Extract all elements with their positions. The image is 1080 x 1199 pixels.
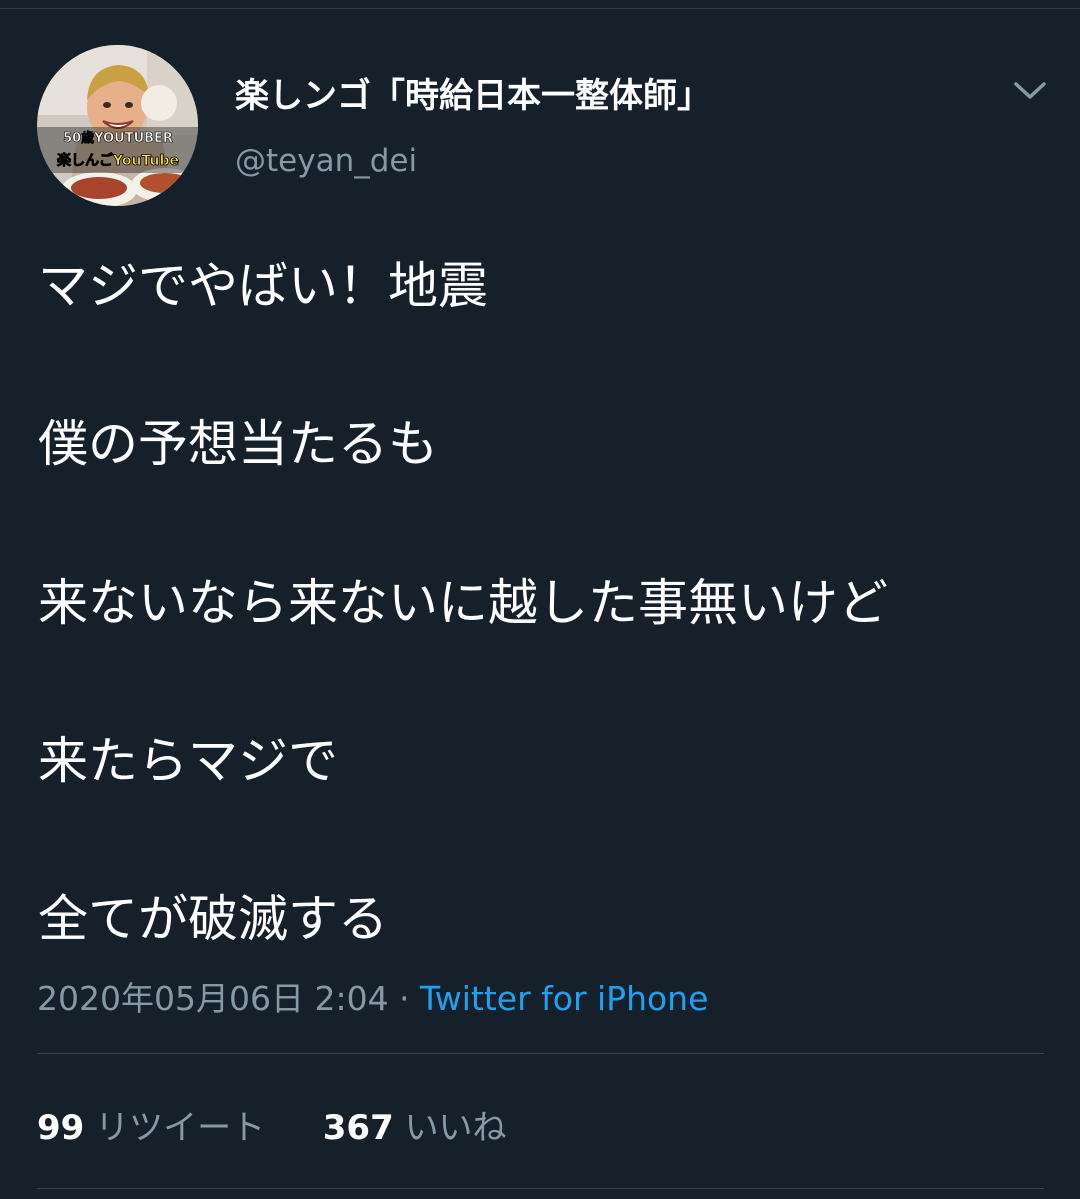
- display-name[interactable]: 楽しンゴ「時給日本一整体師」: [235, 68, 711, 117]
- tweet-line: 来たらマジで: [38, 732, 338, 790]
- top-divider: [0, 8, 1080, 9]
- like-label: いいね: [404, 1108, 507, 1148]
- tweet-line: 僕の予想当たるも: [38, 415, 438, 473]
- avatar[interactable]: 50歳YOUTUBER 楽しんごYouTube: [37, 45, 198, 206]
- avatar-caption-bottom: 楽しんごYouTube: [56, 152, 179, 169]
- tweet-meta: 2020年05月06日 2:04 · Twitter for iPhone: [37, 972, 708, 1020]
- timestamp[interactable]: 2020年05月06日 2:04: [37, 979, 389, 1018]
- avatar-image: 50歳YOUTUBER 楽しんごYouTube: [37, 45, 198, 206]
- tweet-line: マジでやばい！地震: [38, 257, 488, 315]
- retweet-count: 99: [37, 1108, 85, 1148]
- more-options-button[interactable]: [1010, 72, 1050, 108]
- chevron-down-icon: [1014, 82, 1046, 99]
- divider: [37, 1188, 1044, 1189]
- tweet-line: 全てが破滅する: [38, 890, 388, 948]
- engagement-stats: 99 リツイート 367 いいね: [37, 1100, 507, 1149]
- user-handle[interactable]: @teyan_dei: [235, 143, 417, 179]
- like-count: 367: [322, 1108, 394, 1148]
- avatar-caption-top: 50歳YOUTUBER: [63, 130, 173, 146]
- retweet-stat[interactable]: 99 リツイート: [37, 1108, 265, 1148]
- retweet-label: リツイート: [95, 1108, 266, 1148]
- source-link[interactable]: Twitter for iPhone: [420, 979, 708, 1018]
- divider: [37, 1053, 1044, 1054]
- like-stat[interactable]: 367 いいね: [323, 1108, 507, 1148]
- tweet-line: 来ないなら来ないに越した事無いけど: [38, 574, 888, 632]
- meta-separator: ·: [388, 979, 421, 1018]
